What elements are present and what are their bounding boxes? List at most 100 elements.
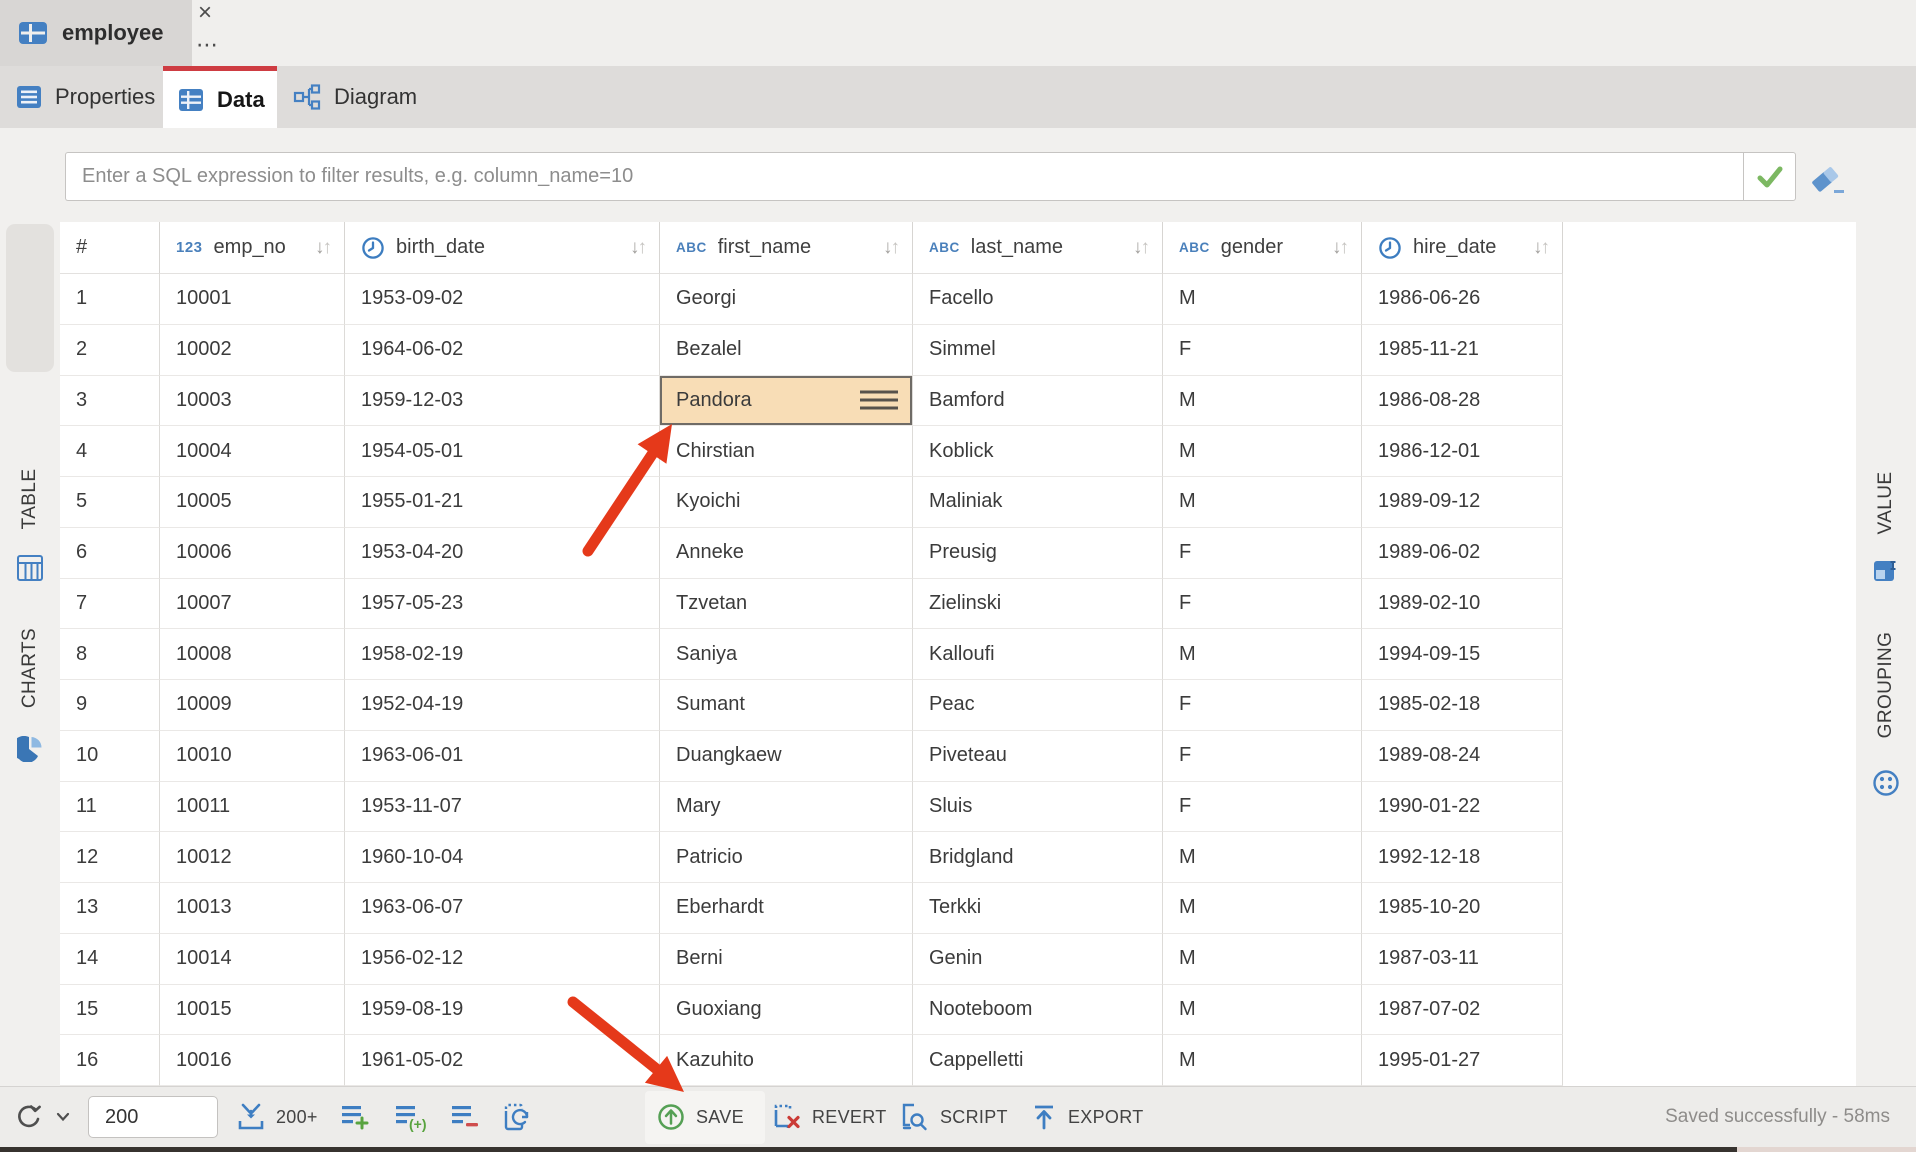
grid-cell-emp_no[interactable]: 10010 [160,731,345,782]
grouping-panel-icon[interactable] [1872,769,1900,797]
grid-cell-emp_no[interactable]: 10007 [160,579,345,630]
grid-cell-birth_date[interactable]: 1959-08-19 [345,985,660,1036]
grid-cell-emp_no[interactable]: 10003 [160,376,345,427]
grid-cell-last_name[interactable]: Bamford [913,376,1163,427]
grid-cell-gender[interactable]: M [1163,1035,1362,1086]
grid-cell-hire_date[interactable]: 1986-06-26 [1362,274,1563,325]
column-header-last_name[interactable]: ABClast_name↓↑ [913,222,1163,274]
add-row-button[interactable] [340,1087,370,1147]
grid-cell-emp_no[interactable]: 10004 [160,426,345,477]
cell-menu-icon[interactable] [860,386,898,415]
grid-cell-emp_no[interactable]: 10009 [160,680,345,731]
row-number-cell[interactable]: 1 [60,274,160,325]
grid-cell-emp_no[interactable]: 10011 [160,782,345,833]
sort-arrows-icon[interactable]: ↓↑ [1332,237,1349,259]
row-number-cell[interactable]: 8 [60,629,160,680]
rail-tab-charts[interactable]: CHARTS [19,628,41,708]
grid-cell-gender[interactable]: F [1163,731,1362,782]
column-header-birth_date[interactable]: birth_date↓↑ [345,222,660,274]
row-number-cell[interactable]: 2 [60,325,160,376]
grid-cell-first_name[interactable]: Sumant [660,680,913,731]
grid-cell-emp_no[interactable]: 10012 [160,832,345,883]
tab-data[interactable]: Data [163,66,277,128]
grid-cell-emp_no[interactable]: 10002 [160,325,345,376]
grid-cell-birth_date[interactable]: 1961-05-02 [345,1035,660,1086]
fetch-size-input[interactable] [88,1096,218,1138]
grid-cell-last_name[interactable]: Preusig [913,528,1163,579]
grid-cell-emp_no[interactable]: 10013 [160,883,345,934]
grid-cell-birth_date[interactable]: 1954-05-01 [345,426,660,477]
grid-cell-first_name[interactable]: Kyoichi [660,477,913,528]
grid-cell-hire_date[interactable]: 1992-12-18 [1362,832,1563,883]
grid-cell-last_name[interactable]: Facello [913,274,1163,325]
grid-cell-last_name[interactable]: Sluis [913,782,1163,833]
grid-cell-birth_date[interactable]: 1963-06-07 [345,883,660,934]
grid-cell-gender[interactable]: F [1163,579,1362,630]
grid-cell-last_name[interactable]: Koblick [913,426,1163,477]
grid-cell-hire_date[interactable]: 1989-02-10 [1362,579,1563,630]
grid-cell-hire_date[interactable]: 1987-07-02 [1362,985,1563,1036]
grid-cell-hire_date[interactable]: 1990-01-22 [1362,782,1563,833]
grid-cell-hire_date[interactable]: 1985-02-18 [1362,680,1563,731]
table-grid-icon[interactable] [16,554,44,582]
row-number-cell[interactable]: 15 [60,985,160,1036]
more-icon[interactable]: ⋯ [196,32,219,58]
grid-cell-birth_date[interactable]: 1958-02-19 [345,629,660,680]
close-icon[interactable]: × [198,0,212,26]
grid-cell-hire_date[interactable]: 1986-12-01 [1362,426,1563,477]
grid-cell-first_name[interactable]: Duangkaew [660,731,913,782]
grid-cell-gender[interactable]: F [1163,528,1362,579]
grid-cell-last_name[interactable]: Terkki [913,883,1163,934]
grid-cell-first_name[interactable]: Bezalel [660,325,913,376]
grid-cell-birth_date[interactable]: 1957-05-23 [345,579,660,630]
save-button[interactable]: SAVE [656,1087,744,1147]
grid-cell-gender[interactable]: M [1163,934,1362,985]
grid-cell-emp_no[interactable]: 10016 [160,1035,345,1086]
grid-cell-hire_date[interactable]: 1989-08-24 [1362,731,1563,782]
grid-cell-birth_date[interactable]: 1953-09-02 [345,274,660,325]
grid-cell-birth_date[interactable]: 1959-12-03 [345,376,660,427]
grid-cell-last_name[interactable]: Peac [913,680,1163,731]
grid-cell-hire_date[interactable]: 1989-06-02 [1362,528,1563,579]
rail-tab-grouping[interactable]: GROUPING [1875,632,1897,739]
grid-cell-first_name[interactable]: Guoxiang [660,985,913,1036]
row-number-cell[interactable]: 3 [60,376,160,427]
grid-cell-last_name[interactable]: Simmel [913,325,1163,376]
row-number-cell[interactable]: 13 [60,883,160,934]
grid-cell-gender[interactable]: M [1163,629,1362,680]
sort-arrows-icon[interactable]: ↓↑ [883,237,900,259]
apply-filter-button[interactable] [1743,152,1796,201]
row-number-cell[interactable]: 7 [60,579,160,630]
delete-row-button[interactable] [450,1087,480,1147]
revert-button[interactable]: REVERT [772,1087,887,1147]
row-number-cell[interactable]: 12 [60,832,160,883]
row-number-cell[interactable]: 16 [60,1035,160,1086]
eraser-icon[interactable] [1806,160,1850,198]
grid-cell-gender[interactable]: F [1163,325,1362,376]
column-header-hire_date[interactable]: hire_date↓↑ [1362,222,1563,274]
selected-cell[interactable]: Pandora [660,376,913,427]
grid-cell-hire_date[interactable]: 1985-11-21 [1362,325,1563,376]
grid-cell-first_name[interactable]: Kazuhito [660,1035,913,1086]
sql-filter-input[interactable] [65,152,1743,201]
grid-cell-birth_date[interactable]: 1955-01-21 [345,477,660,528]
sort-arrows-icon[interactable]: ↓↑ [630,237,647,259]
grid-cell-last_name[interactable]: Cappelletti [913,1035,1163,1086]
column-header-gender[interactable]: ABCgender↓↑ [1163,222,1362,274]
row-number-cell[interactable]: 11 [60,782,160,833]
grid-cell-birth_date[interactable]: 1964-06-02 [345,325,660,376]
grid-cell-gender[interactable]: F [1163,680,1362,731]
grid-cell-first_name[interactable]: Saniya [660,629,913,680]
grid-cell-gender[interactable]: M [1163,274,1362,325]
grid-cell-first_name[interactable]: Mary [660,782,913,833]
grid-cell-hire_date[interactable]: 1995-01-27 [1362,1035,1563,1086]
grid-cell-last_name[interactable]: Maliniak [913,477,1163,528]
editor-tab-employee[interactable]: employee [0,0,192,66]
export-button[interactable]: EXPORT [1030,1087,1144,1147]
grid-cell-gender[interactable]: M [1163,985,1362,1036]
grid-cell-hire_date[interactable]: 1989-09-12 [1362,477,1563,528]
grid-cell-hire_date[interactable]: 1986-08-28 [1362,376,1563,427]
row-number-cell[interactable]: 14 [60,934,160,985]
grid-cell-first_name[interactable]: Eberhardt [660,883,913,934]
grid-cell-birth_date[interactable]: 1952-04-19 [345,680,660,731]
